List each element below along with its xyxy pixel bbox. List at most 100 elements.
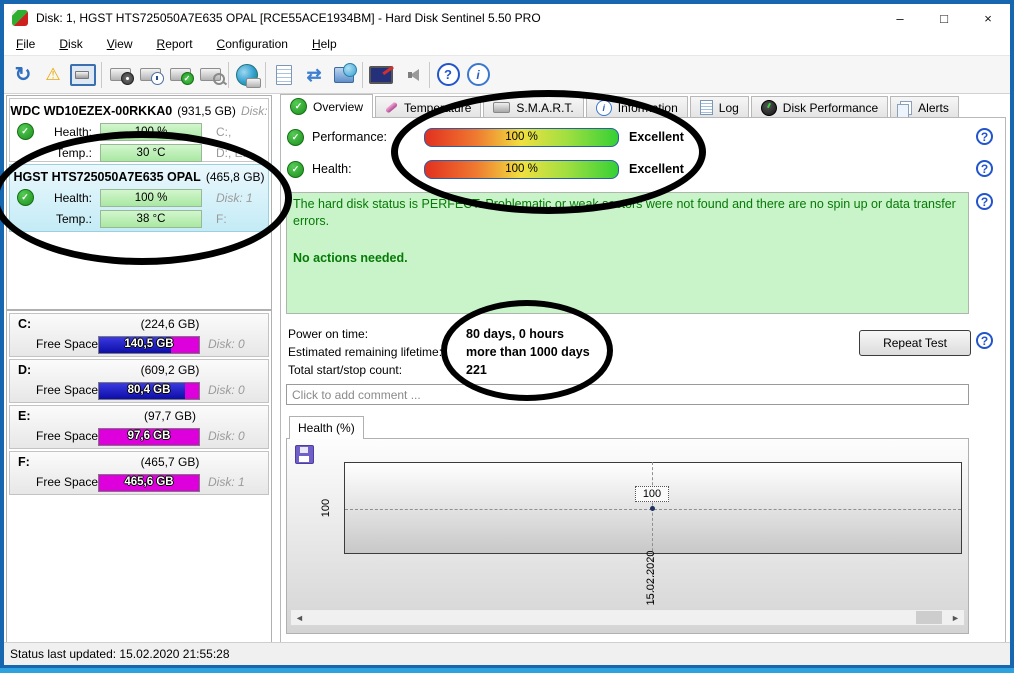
refresh-icon[interactable]: ↻ (8, 60, 38, 90)
menu-configuration[interactable]: Configuration (205, 37, 300, 51)
help-icon[interactable]: ? (976, 160, 993, 177)
partition-list-panel: C: (224,6 GB) Free Space 140,5 GB Disk: … (6, 310, 272, 643)
close-button[interactable]: × (966, 5, 1010, 31)
tab-smart[interactable]: S.M.A.R.T. (483, 96, 584, 118)
health-ok-icon: ✓ (16, 189, 34, 206)
help-icon[interactable]: ? (976, 332, 993, 349)
gauge-icon (760, 99, 777, 116)
chart-scrollbar[interactable]: ◄ ► (290, 609, 965, 626)
partition-size: (609,2 GB) (140, 363, 200, 377)
status-message-box: The hard disk status is PERFECT. Problem… (286, 192, 969, 314)
free-space-bar: 140,5 GB (98, 336, 200, 354)
status-bar-text: Status last updated: 15.02.2020 21:55:28 (10, 647, 230, 661)
toolbar-separator (265, 61, 266, 88)
menu-disk[interactable]: Disk (47, 37, 94, 51)
power-on-time-value: 80 days, 0 hours (466, 327, 564, 341)
speaker-icon[interactable] (396, 60, 426, 90)
disk-number: Disk: 0 (208, 337, 245, 351)
disk-number: Disk: 0 (208, 429, 245, 443)
temp-label: Temp.: (55, 211, 92, 226)
scroll-left-arrow[interactable]: ◄ (291, 610, 308, 625)
toolbar: ↻ ⚠ ✓ ⇄ ? i (4, 55, 1010, 94)
data-point (650, 506, 655, 511)
monitor-test-icon[interactable] (366, 60, 396, 90)
menu-report[interactable]: Report (145, 37, 205, 51)
partition-e[interactable]: E: (97,7 GB) Free Space 97,6 GB Disk: 0 (9, 405, 269, 449)
free-space-label: Free Space (36, 383, 99, 397)
sync-icon[interactable]: ⇄ (299, 60, 329, 90)
disk-entry-wdc[interactable]: WDC WD10EZEX-00RKKA0 (931,5 GB) Disk: ✓ … (9, 98, 269, 162)
disk-gauge-icon[interactable] (105, 60, 135, 90)
temp-label: Temp.: (55, 145, 92, 160)
free-space-bar: 465,6 GB (98, 474, 200, 492)
thermometer-icon (384, 101, 399, 114)
disk-check-icon[interactable]: ✓ (165, 60, 195, 90)
disk-entry-hgst-selected[interactable]: HGST HTS725050A7E635 OPAL (465,8 GB) ✓ H… (9, 164, 269, 232)
partition-size: (224,6 GB) (140, 317, 200, 331)
disk-name: HGST HTS725050A7E635 OPAL (13, 170, 201, 184)
partition-d[interactable]: D: (609,2 GB) Free Space 80,4 GB Disk: 0 (9, 359, 269, 403)
status-action-text: No actions needed. (293, 250, 408, 265)
partition-letters: F: (216, 211, 227, 226)
chart-tab-health[interactable]: Health (%) (289, 416, 364, 439)
help-icon[interactable]: ? (433, 60, 463, 90)
disk-number: Disk: 1 (208, 475, 245, 489)
partition-letter: C: (18, 317, 32, 331)
minimize-button[interactable]: – (878, 5, 922, 31)
menu-help[interactable]: Help (300, 37, 349, 51)
tab-temperature[interactable]: Temperature (375, 96, 482, 118)
tab-overview[interactable]: ✓ Overview (280, 94, 374, 118)
help-icon[interactable]: ? (976, 193, 993, 210)
menu-file[interactable]: File (4, 37, 47, 51)
disk-number: Disk: 0 (208, 383, 245, 397)
tab-log[interactable]: Log (689, 96, 749, 118)
repeat-test-button[interactable]: Repeat Test (859, 330, 971, 356)
health-label: Health: (53, 124, 92, 139)
partition-f[interactable]: F: (465,7 GB) Free Space 465,6 GB Disk: … (9, 451, 269, 495)
temp-bar: 38 °C (100, 209, 202, 228)
status-text: The hard disk status is PERFECT. Problem… (293, 197, 956, 228)
temp-bar: 30 °C (100, 143, 202, 162)
performance-label: Performance: (312, 130, 388, 144)
network-icon[interactable] (329, 60, 359, 90)
ok-icon: ✓ (287, 128, 304, 146)
partition-letters: C:, (216, 124, 232, 139)
disk-number-label: Disk: (240, 104, 268, 118)
tab-information[interactable]: i Information (585, 96, 688, 118)
tab-bar: ✓ Overview Temperature S.M.A.R.T. i Inform… (280, 94, 961, 118)
tab-disk-performance[interactable]: Disk Performance (750, 96, 889, 118)
start-stop-count-value: 221 (466, 363, 487, 377)
scroll-right-arrow[interactable]: ► (947, 610, 964, 625)
partition-letter: D: (18, 363, 32, 377)
disk-clock-icon[interactable] (135, 60, 165, 90)
performance-row: ✓ Performance: 100 % Excellent (281, 127, 684, 147)
globe-disk-icon[interactable] (232, 60, 262, 90)
health-label: Health: (312, 162, 352, 176)
help-icon[interactable]: ? (976, 128, 993, 145)
alert-refresh-icon[interactable]: ⚠ (38, 60, 68, 90)
tab-alerts[interactable]: Alerts (890, 96, 959, 118)
info-icon[interactable]: i (463, 60, 493, 90)
save-chart-icon[interactable] (295, 445, 314, 464)
partition-letter: E: (18, 409, 31, 423)
partition-letters: D:, E: (216, 145, 247, 160)
toolbar-separator (362, 61, 363, 88)
maximize-button[interactable]: □ (922, 5, 966, 31)
disk-list-panel: WDC WD10EZEX-00RKKA0 (931,5 GB) Disk: ✓ … (6, 95, 272, 310)
free-space-label: Free Space (36, 429, 99, 443)
performance-bar: 100 % (424, 127, 619, 147)
disk-search-icon[interactable] (195, 60, 225, 90)
disk-properties-icon[interactable] (68, 60, 98, 90)
scrollbar-thumb[interactable] (916, 611, 942, 624)
app-window: Disk: 1, HGST HTS725050A7E635 OPAL [RCE5… (0, 4, 1010, 665)
partition-c[interactable]: C: (224,6 GB) Free Space 140,5 GB Disk: … (9, 313, 269, 357)
report-icon[interactable] (269, 60, 299, 90)
disk-icon (493, 102, 511, 113)
performance-rating: Excellent (629, 130, 684, 144)
comment-input[interactable] (286, 384, 969, 405)
menu-view[interactable]: View (95, 37, 145, 51)
health-rating: Excellent (629, 162, 684, 176)
disk-size: (931,5 GB) (177, 104, 236, 118)
health-row: ✓ Health: 100 % Excellent (281, 159, 684, 179)
disk-size: (465,8 GB) (205, 170, 265, 184)
